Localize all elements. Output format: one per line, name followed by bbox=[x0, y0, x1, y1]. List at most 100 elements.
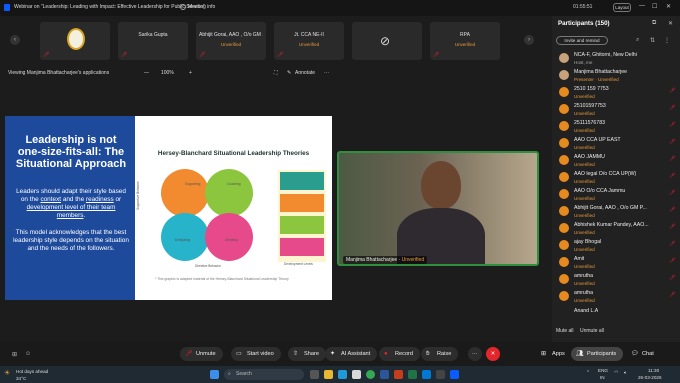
chat-button[interactable]: 💬︎ Chat bbox=[626, 347, 661, 361]
apps-button[interactable]: ⊞ Apps bbox=[536, 347, 572, 361]
layout-icon[interactable]: ⊞ bbox=[12, 351, 17, 358]
participant-row[interactable]: Abhijit Gorai, AAO , O/o GM P... Unverifi… bbox=[552, 204, 680, 221]
record-button[interactable]: ● Record bbox=[379, 347, 421, 361]
maximize-icon[interactable]: ☐ bbox=[652, 3, 657, 10]
participant-status: Unverified bbox=[574, 179, 595, 184]
unmute-all-button[interactable]: Unmute all bbox=[580, 328, 604, 334]
participant-status: Unverified bbox=[574, 213, 595, 218]
screen-options-icon[interactable]: ⛶ bbox=[274, 70, 278, 76]
video-tile[interactable]: Sarika Gupta 🎤︎ bbox=[118, 22, 188, 60]
end-call-button[interactable]: ✕ bbox=[486, 347, 500, 361]
participant-name: 25111576783 bbox=[574, 120, 605, 126]
annotate-icon[interactable]: ✎ bbox=[287, 70, 291, 76]
more-icon[interactable]: ⋮ bbox=[664, 37, 670, 44]
weather-title[interactable]: Hot days ahead bbox=[16, 369, 48, 374]
language-region: IN bbox=[600, 375, 605, 380]
quadrant-label: Directing bbox=[225, 238, 238, 242]
participant-row[interactable]: amrutha Unverified 🎤︎ bbox=[552, 272, 680, 289]
participant-row[interactable]: Anand L.A bbox=[552, 306, 680, 314]
mute-all-button[interactable]: Mute all bbox=[556, 328, 574, 334]
outlook-icon[interactable] bbox=[422, 370, 431, 379]
emoji-icon[interactable]: ☺ bbox=[25, 351, 31, 357]
language[interactable]: ENG bbox=[598, 368, 608, 373]
invite-button[interactable]: Invite and remind bbox=[556, 36, 608, 45]
meeting-toolbar: ⊞ ☺ 🎤︎ Unmute ▭ Start video ⇧ Share ✦ AI Ass… bbox=[0, 342, 680, 366]
avatar bbox=[559, 53, 569, 63]
strip-prev-icon[interactable]: ‹ bbox=[10, 35, 20, 45]
close-panel-icon[interactable]: ✕ bbox=[668, 20, 673, 27]
active-speaker-video[interactable]: Manjima Bhattacharjee · Unverified bbox=[337, 151, 539, 266]
zoom-out-icon[interactable]: — bbox=[144, 70, 149, 76]
edge-icon[interactable] bbox=[338, 370, 347, 379]
video-tile[interactable]: 🎤︎ bbox=[40, 22, 110, 60]
participant-row[interactable]: AAO legal O/o CCA UP(W) Unverified 🎤︎ bbox=[552, 170, 680, 187]
sort-icon[interactable]: ⇅ bbox=[650, 37, 655, 44]
participant-row[interactable]: 25111576783 Unverified 🎤︎ bbox=[552, 119, 680, 136]
unmute-button[interactable]: 🎤︎ Unmute bbox=[180, 347, 223, 361]
more-icon[interactable]: ··· bbox=[324, 70, 329, 76]
strip-next-icon[interactable]: › bbox=[524, 35, 534, 45]
word-icon[interactable] bbox=[380, 370, 389, 379]
tray-chevron-icon[interactable]: ⌃ bbox=[586, 370, 590, 376]
participant-row[interactable]: 2510 159 7753 Unverified 🎤︎ bbox=[552, 85, 680, 102]
participant-row[interactable]: ajay Bhogal Unverified 🎤︎ bbox=[552, 238, 680, 255]
windows-start-icon[interactable] bbox=[210, 370, 219, 379]
video-tile[interactable]: Jt. CCA NE-II Unverified 🎤︎ bbox=[274, 22, 344, 60]
participants-button[interactable]: 👥︎ Participants bbox=[571, 347, 624, 361]
more-options-button[interactable]: ··· bbox=[468, 347, 482, 361]
annotate-button[interactable]: Annotate bbox=[295, 70, 315, 76]
slide-footnote: * This graphic is adapted material of th… bbox=[155, 277, 289, 281]
app-icon[interactable] bbox=[436, 370, 445, 379]
participant-row[interactable]: amrutha Unverified 🎤︎ bbox=[552, 289, 680, 306]
file-explorer-icon[interactable] bbox=[324, 370, 333, 379]
webex-shield-icon bbox=[4, 4, 10, 11]
excel-icon[interactable] bbox=[408, 370, 417, 379]
avatar bbox=[559, 240, 569, 250]
search-icon[interactable]: ⌕ bbox=[636, 37, 639, 44]
powerpoint-icon[interactable] bbox=[394, 370, 403, 379]
x-axis-label: Directive Behavior bbox=[195, 264, 221, 268]
participant-row[interactable]: 25101597753 Unverified 🎤︎ bbox=[552, 102, 680, 119]
participant-row[interactable]: Amit Unverified 🎤︎ bbox=[552, 255, 680, 272]
muted-mic-icon: 🎤︎ bbox=[277, 52, 284, 58]
meeting-info-link[interactable]: Meeting info bbox=[188, 4, 215, 10]
speaker-head bbox=[421, 161, 461, 209]
quadrant-delegating bbox=[161, 213, 209, 261]
store-icon[interactable] bbox=[352, 370, 361, 379]
muted-mic-icon: 🎤︎ bbox=[199, 52, 206, 58]
legend-item bbox=[280, 172, 324, 190]
ai-assistant-button[interactable]: ✦ AI Assistant bbox=[325, 347, 378, 361]
participant-row[interactable]: NCA-F, Ghitorni, New Delhi Host, me bbox=[552, 51, 680, 68]
start-video-button[interactable]: ▭ Start video bbox=[231, 347, 281, 361]
info-icon[interactable] bbox=[180, 4, 186, 10]
video-tile[interactable]: ⊘ bbox=[352, 22, 422, 60]
participant-status: Unverified bbox=[574, 247, 595, 252]
wifi-icon[interactable]: ◠ bbox=[614, 370, 618, 376]
participant-row[interactable]: AAO CCA UP EAST Unverified 🎤︎ bbox=[552, 136, 680, 153]
participant-row[interactable]: Manjima Bhattacharjee Presenter · Unverif… bbox=[552, 68, 680, 85]
video-tile[interactable]: Abhijit Gorai, AAO , O/o GM ... Unverifi… bbox=[196, 22, 266, 60]
participant-name: Abhishek Kumar Pandey, AAO... bbox=[574, 222, 649, 228]
close-icon[interactable]: ✕ bbox=[666, 3, 671, 10]
raise-hand-button[interactable]: ✋︎ Raise bbox=[421, 347, 459, 361]
video-tile[interactable]: RPA Unverified 🎤︎ bbox=[430, 22, 500, 60]
avatar bbox=[559, 138, 569, 148]
layout-button[interactable]: Layout bbox=[613, 3, 631, 12]
participant-row[interactable]: Abhishek Kumar Pandey, AAO... Unverified 🎤… bbox=[552, 221, 680, 238]
webex-icon[interactable] bbox=[450, 370, 459, 379]
taskbar-search[interactable]: ⌕ Search bbox=[224, 369, 304, 380]
participant-name: amrutha bbox=[574, 273, 594, 279]
participant-row[interactable]: AAO JAMMU Unverified 🎤︎ bbox=[552, 153, 680, 170]
popout-icon[interactable]: ⧉ bbox=[652, 20, 656, 27]
share-button[interactable]: ⇧ Share bbox=[288, 347, 326, 361]
participant-row[interactable]: AAO O/o CCA Jammu Unverified 🎤︎ bbox=[552, 187, 680, 204]
meeting-timer: 01:55:51 bbox=[573, 4, 593, 10]
clock-time[interactable]: 11:30 bbox=[648, 368, 659, 373]
zoom-in-icon[interactable]: + bbox=[189, 70, 192, 76]
zoom-level[interactable]: 100% bbox=[161, 70, 174, 76]
volume-icon[interactable]: 🔈︎ bbox=[624, 370, 627, 376]
task-view-icon[interactable] bbox=[310, 370, 319, 379]
chrome-icon[interactable] bbox=[366, 370, 375, 379]
minimize-icon[interactable]: — bbox=[639, 3, 645, 9]
participant-name: AAO JAMMU bbox=[574, 154, 605, 160]
